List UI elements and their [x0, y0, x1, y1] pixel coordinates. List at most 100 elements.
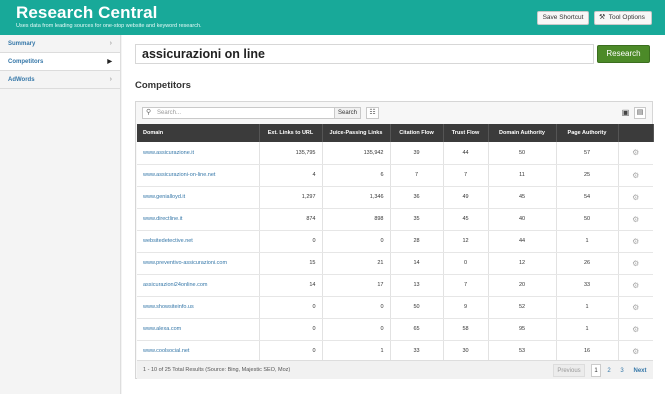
trust-flow-cell: 7 [443, 164, 489, 187]
search-icon: ⚲ [146, 109, 152, 116]
page-authority-cell: 25 [556, 164, 619, 187]
citation-flow-cell: 35 [390, 208, 444, 231]
domain-authority-cell: 45 [488, 186, 557, 209]
domain-link[interactable]: www.showsiteinfo.us [137, 296, 260, 319]
gear-icon[interactable]: ⚙ [618, 186, 653, 209]
juice-links-cell: 135,942 [322, 142, 391, 165]
domain-authority-cell: 11 [488, 164, 557, 187]
domain-link[interactable]: www.assicurazione.it [137, 142, 260, 165]
gear-icon[interactable]: ⚙ [618, 230, 653, 253]
page-authority-cell: 50 [556, 208, 619, 231]
page-authority-cell: 1 [556, 230, 619, 253]
domain-link[interactable]: www.alexa.com [137, 318, 260, 341]
table-row: www.coolsocial.net 0 1 33 30 53 16 ⚙ [137, 340, 653, 363]
results-info: 1 - 10 of 25 Total Results (Source: Bing… [143, 367, 291, 373]
citation-flow-cell: 39 [390, 142, 444, 165]
sidebar-item-competitors[interactable]: Competitors ▶ [0, 53, 120, 71]
sidebar-item-label: Competitors [8, 59, 44, 65]
sidebar-item-label: AdWords [8, 77, 35, 83]
ext-links-cell: 874 [259, 208, 323, 231]
gear-icon[interactable]: ⚙ [618, 142, 653, 165]
research-button[interactable]: Research [597, 45, 650, 63]
trust-flow-cell: 7 [443, 274, 489, 297]
col-header-citation-flow[interactable]: Citation Flow [390, 124, 444, 142]
ext-links-cell: 135,795 [259, 142, 323, 165]
table-row: www.assicurazioni-on-line.net 4 6 7 7 11… [137, 164, 653, 187]
col-header-juice-links[interactable]: Juice-Passing Links [322, 124, 391, 142]
domain-link[interactable]: www.coolsocial.net [137, 340, 260, 363]
export-icon[interactable]: ▤ [634, 107, 646, 119]
trust-flow-cell: 9 [443, 296, 489, 319]
tool-options-label: Tool Options [608, 14, 645, 21]
columns-icon[interactable]: ☷ [366, 107, 379, 119]
domain-authority-cell: 53 [488, 340, 557, 363]
gear-icon[interactable]: ⚙ [618, 274, 653, 297]
ext-links-cell: 4 [259, 164, 323, 187]
domain-link[interactable]: www.directline.it [137, 208, 260, 231]
juice-links-cell: 21 [322, 252, 391, 275]
citation-flow-cell: 50 [390, 296, 444, 319]
domain-link[interactable]: websitedetective.net [137, 230, 260, 253]
table-row: websitedetective.net 0 0 28 12 44 1 ⚙ [137, 230, 653, 253]
gear-icon[interactable]: ⚙ [618, 208, 653, 231]
juice-links-cell: 1 [322, 340, 391, 363]
col-header-page-authority[interactable]: Page Authority [556, 124, 619, 142]
gear-icon[interactable]: ⚙ [618, 164, 653, 187]
gear-icon[interactable]: ⚙ [618, 252, 653, 275]
col-header-domain[interactable]: Domain [137, 124, 260, 142]
ext-links-cell: 0 [259, 230, 323, 253]
search-placeholder: Search... [157, 110, 182, 116]
gear-icon[interactable]: ⚙ [618, 340, 653, 363]
col-header-domain-authority[interactable]: Domain Authority [488, 124, 557, 142]
table-row: www.directline.it 874 898 35 45 40 50 ⚙ [137, 208, 653, 231]
query-input[interactable]: assicurazioni on line [135, 44, 594, 64]
domain-link[interactable]: www.preventivo-assicurazioni.com [137, 252, 260, 275]
sidebar-item-summary[interactable]: Summary › [0, 35, 120, 53]
trust-flow-cell: 44 [443, 142, 489, 165]
juice-links-cell: 898 [322, 208, 391, 231]
domain-authority-cell: 12 [488, 252, 557, 275]
gear-icon[interactable]: ⚙ [618, 318, 653, 341]
section-title: Competitors [135, 80, 191, 91]
citation-flow-cell: 36 [390, 186, 444, 209]
domain-link[interactable]: assicurazioni24online.com [137, 274, 260, 297]
citation-flow-cell: 14 [390, 252, 444, 275]
gear-icon[interactable]: ⚙ [618, 296, 653, 319]
sidebar: Summary › Competitors ▶ AdWords › [0, 35, 121, 394]
domain-authority-cell: 95 [488, 318, 557, 341]
page-authority-cell: 1 [556, 296, 619, 319]
citation-flow-cell: 28 [390, 230, 444, 253]
juice-links-cell: 0 [322, 296, 391, 319]
page-authority-cell: 54 [556, 186, 619, 209]
save-shortcut-button[interactable]: Save Shortcut [537, 11, 589, 25]
domain-link[interactable]: www.genialloyd.it [137, 186, 260, 209]
domain-authority-cell: 44 [488, 230, 557, 253]
sidebar-item-label: Summary [8, 41, 36, 47]
table-search-input[interactable]: ⚲ Search... [142, 107, 338, 119]
juice-links-cell: 1,346 [322, 186, 391, 209]
ext-links-cell: 0 [259, 340, 323, 363]
table-search-button[interactable]: Search [334, 107, 361, 119]
domain-authority-cell: 40 [488, 208, 557, 231]
trust-flow-cell: 0 [443, 252, 489, 275]
juice-links-cell: 0 [322, 230, 391, 253]
domain-authority-cell: 50 [488, 142, 557, 165]
tool-options-button[interactable]: ⚒ Tool Options [594, 11, 652, 25]
page-1-button[interactable]: 1 [591, 364, 601, 377]
ext-links-cell: 0 [259, 318, 323, 341]
col-header-trust-flow[interactable]: Trust Flow [443, 124, 489, 142]
domain-link[interactable]: www.assicurazioni-on-line.net [137, 164, 260, 187]
trust-flow-cell: 30 [443, 340, 489, 363]
sidebar-item-adwords[interactable]: AdWords › [0, 71, 120, 89]
next-page-button[interactable]: Next [631, 364, 649, 377]
citation-flow-cell: 13 [390, 274, 444, 297]
chevron-right-icon: › [109, 76, 112, 83]
page-2-button[interactable]: 2 [604, 364, 614, 377]
page-3-button[interactable]: 3 [617, 364, 627, 377]
ext-links-cell: 0 [259, 296, 323, 319]
monitor-icon[interactable]: ▣ [620, 108, 631, 118]
col-header-ext-links[interactable]: Ext. Links to URL [259, 124, 323, 142]
ext-links-cell: 14 [259, 274, 323, 297]
previous-page-button[interactable]: Previous [553, 364, 585, 377]
app-title: Research Central [16, 3, 158, 22]
